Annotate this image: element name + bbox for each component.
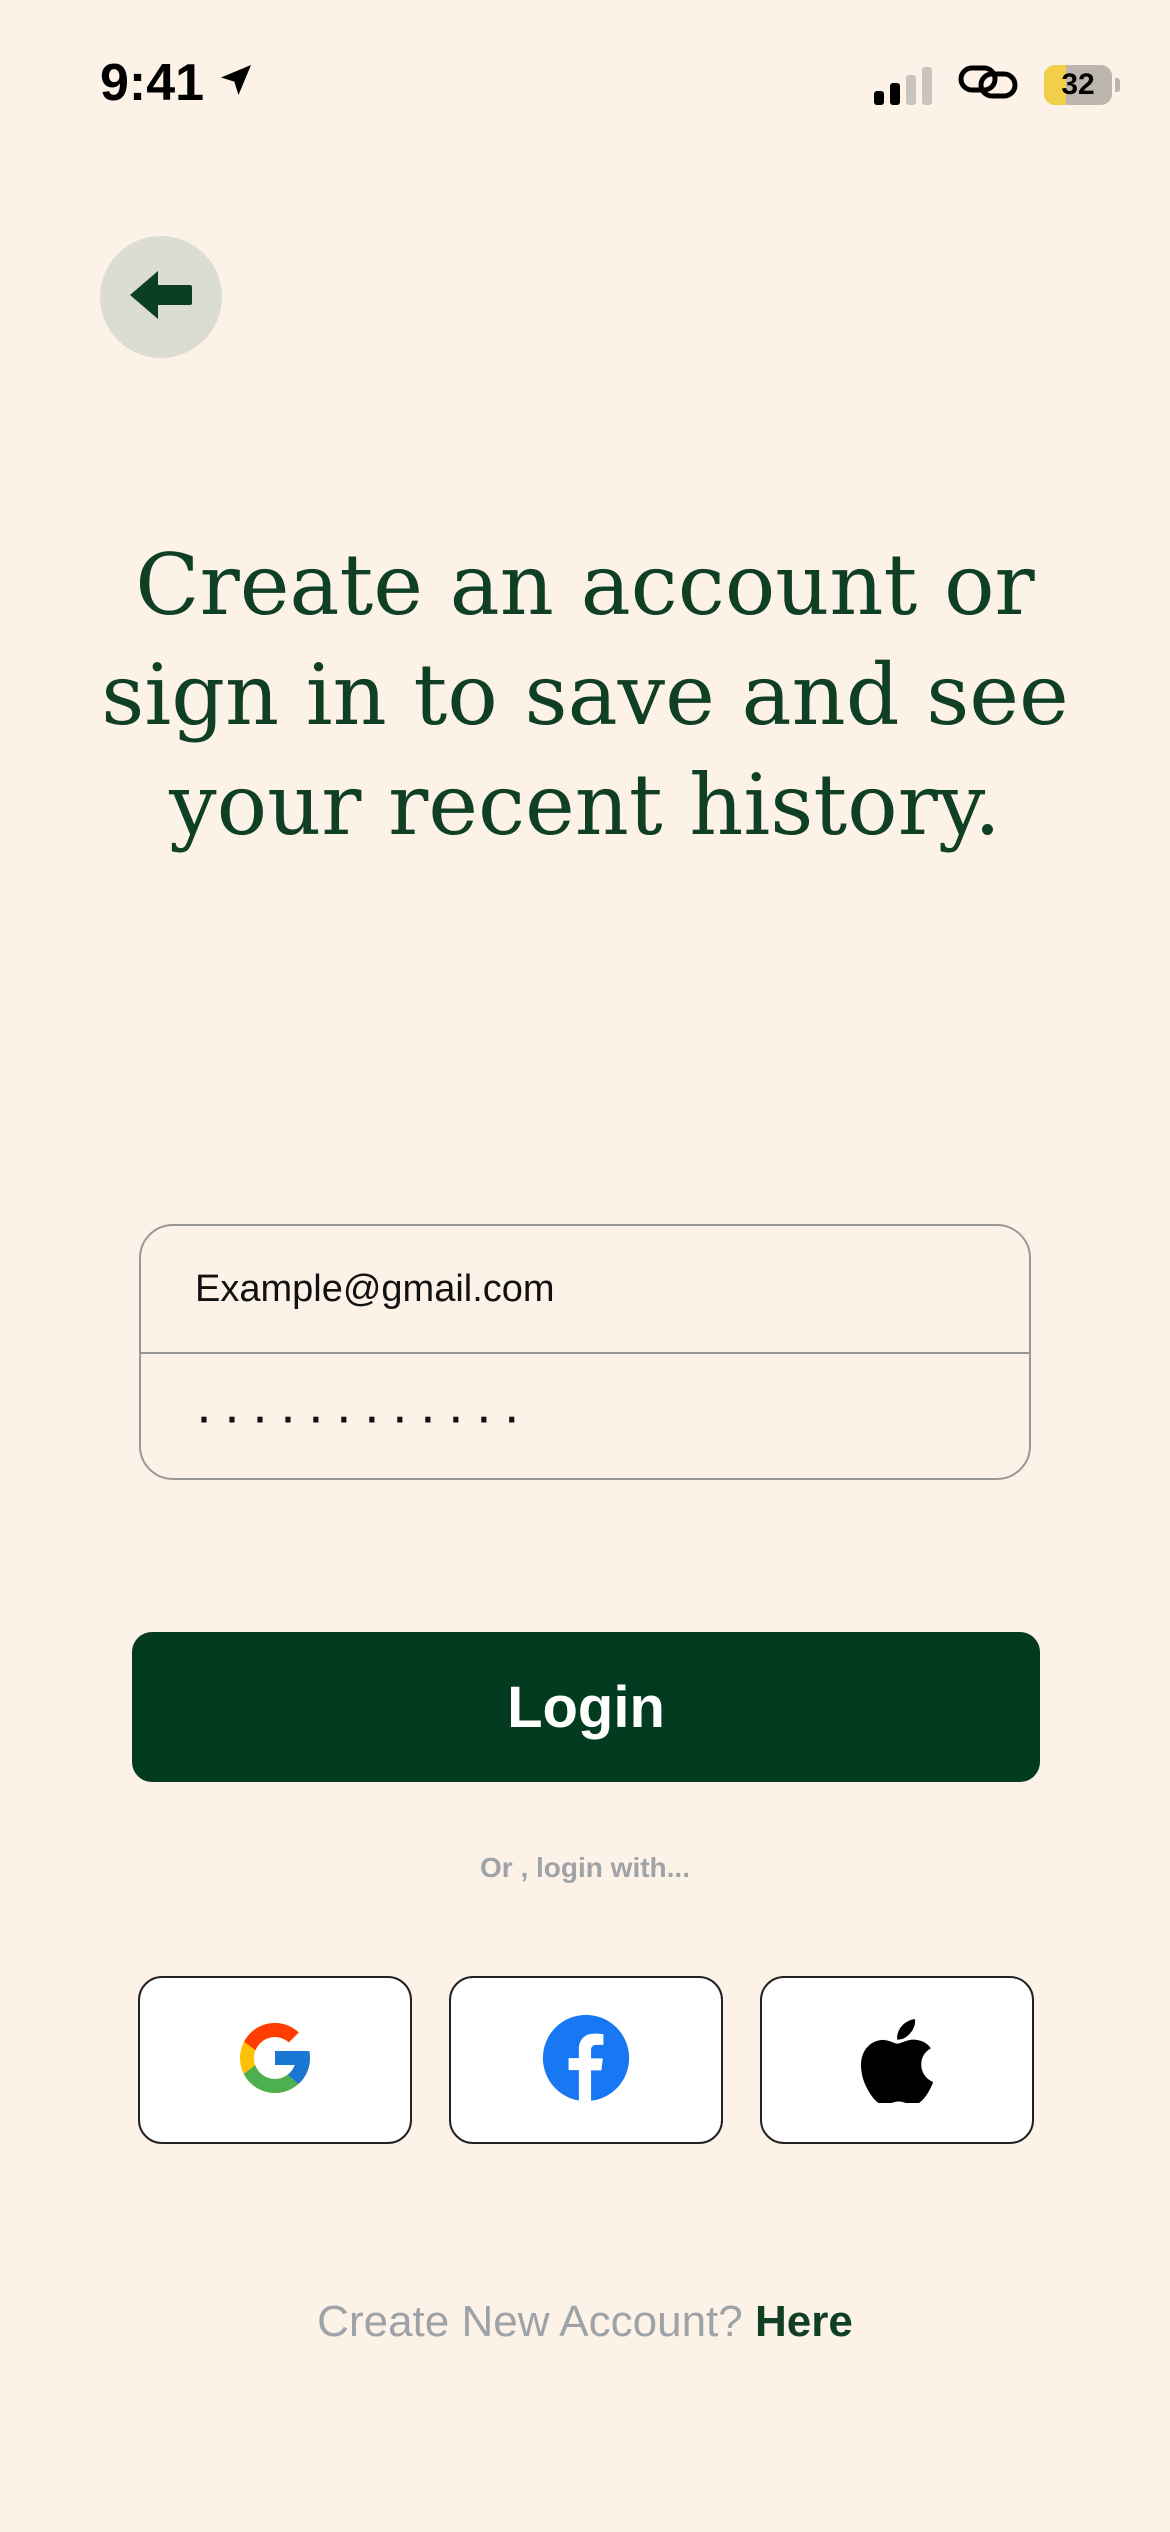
arrow-left-icon [128, 267, 194, 328]
page-title: Create an account or sign in to save and… [101, 536, 1069, 854]
email-field[interactable] [193, 1266, 1029, 1312]
battery-level: 32 [1061, 67, 1095, 101]
back-button[interactable] [100, 236, 222, 358]
login-button[interactable]: Login [132, 1632, 1040, 1782]
create-account-link[interactable]: Here [755, 2297, 853, 2346]
create-account-prompt: Create New Account? Here [0, 2292, 1170, 2352]
email-row [141, 1226, 1029, 1352]
apple-icon [859, 2013, 935, 2108]
status-bar-time: 9:41 [100, 50, 256, 116]
battery-icon: 32 [1044, 64, 1120, 105]
link-icon [958, 62, 1018, 107]
apple-login-button[interactable] [760, 1976, 1034, 2144]
status-bar-indicators: 32 [874, 62, 1120, 107]
status-time-text: 9:41 [100, 54, 205, 112]
google-icon [233, 2016, 317, 2105]
credentials-form [139, 1224, 1031, 1480]
password-field[interactable] [193, 1384, 1029, 1448]
facebook-login-button[interactable] [449, 1976, 723, 2144]
alt-login-label: Or , login with... [480, 1852, 690, 1883]
password-row [141, 1352, 1029, 1478]
location-arrow-icon [216, 50, 256, 116]
create-account-text: Create New Account? [317, 2297, 743, 2346]
signal-bars-icon [874, 65, 932, 105]
google-login-button[interactable] [138, 1976, 412, 2144]
facebook-icon [541, 2013, 631, 2108]
